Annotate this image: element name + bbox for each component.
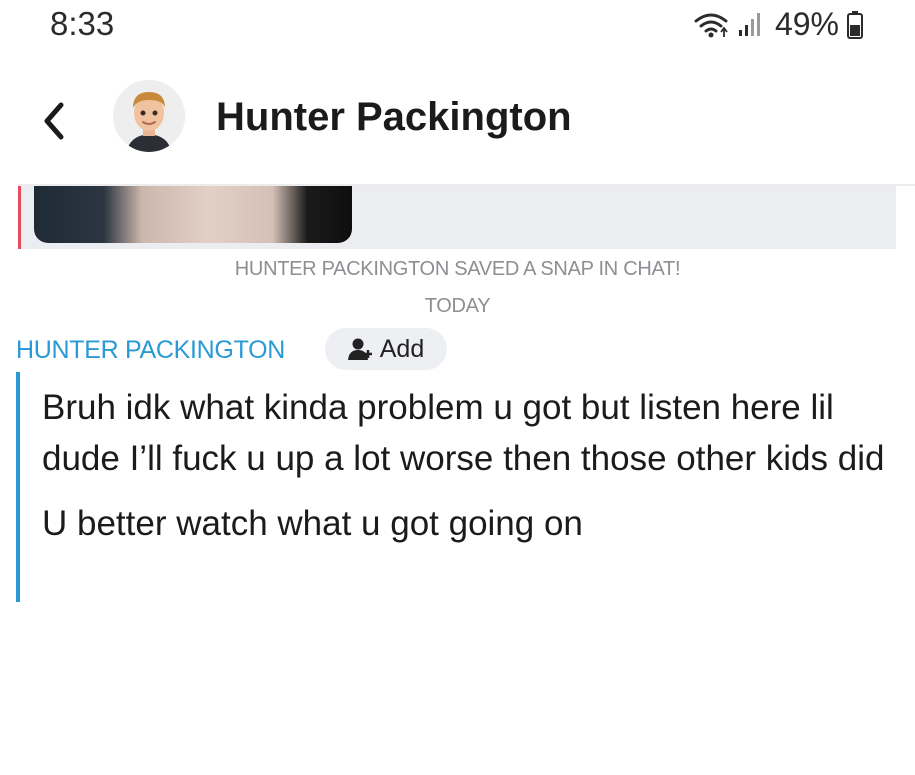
message-group: Bruh idk what kinda problem u got but li… — [42, 382, 902, 549]
date-separator: TODAY — [424, 295, 491, 317]
add-friend-button[interactable]: Add — [325, 328, 447, 370]
chat-header: Hunter Packington — [0, 72, 915, 184]
status-icons: 49% — [693, 6, 863, 43]
saved-snap-notice: HUNTER PACKINGTON SAVED A SNAP IN CHAT! — [234, 258, 681, 280]
avatar[interactable] — [113, 80, 185, 152]
add-button-label: Add — [379, 334, 425, 363]
chat-message[interactable]: U better watch what u got going on — [42, 498, 902, 549]
add-friend-icon — [347, 338, 372, 360]
chat-screen: 8:33 49% Hunter Packington HUNTER PACKIN… — [0, 0, 915, 775]
battery-icon — [847, 10, 863, 39]
snap-accent-bar — [18, 186, 21, 249]
wifi-icon — [693, 10, 729, 40]
message-group-bar — [16, 372, 20, 602]
battery-percent: 49% — [774, 6, 839, 42]
contact-name[interactable]: Hunter Packington — [216, 95, 572, 140]
chat-message[interactable]: Bruh idk what kinda problem u got but li… — [42, 382, 902, 484]
status-time: 8:33 — [50, 5, 115, 42]
chevron-left-icon — [44, 102, 64, 140]
sender-label: HUNTER PACKINGTON — [16, 336, 285, 364]
back-button[interactable] — [34, 96, 74, 146]
snap-thumbnail[interactable] — [34, 186, 352, 243]
signal-icon — [737, 12, 763, 38]
